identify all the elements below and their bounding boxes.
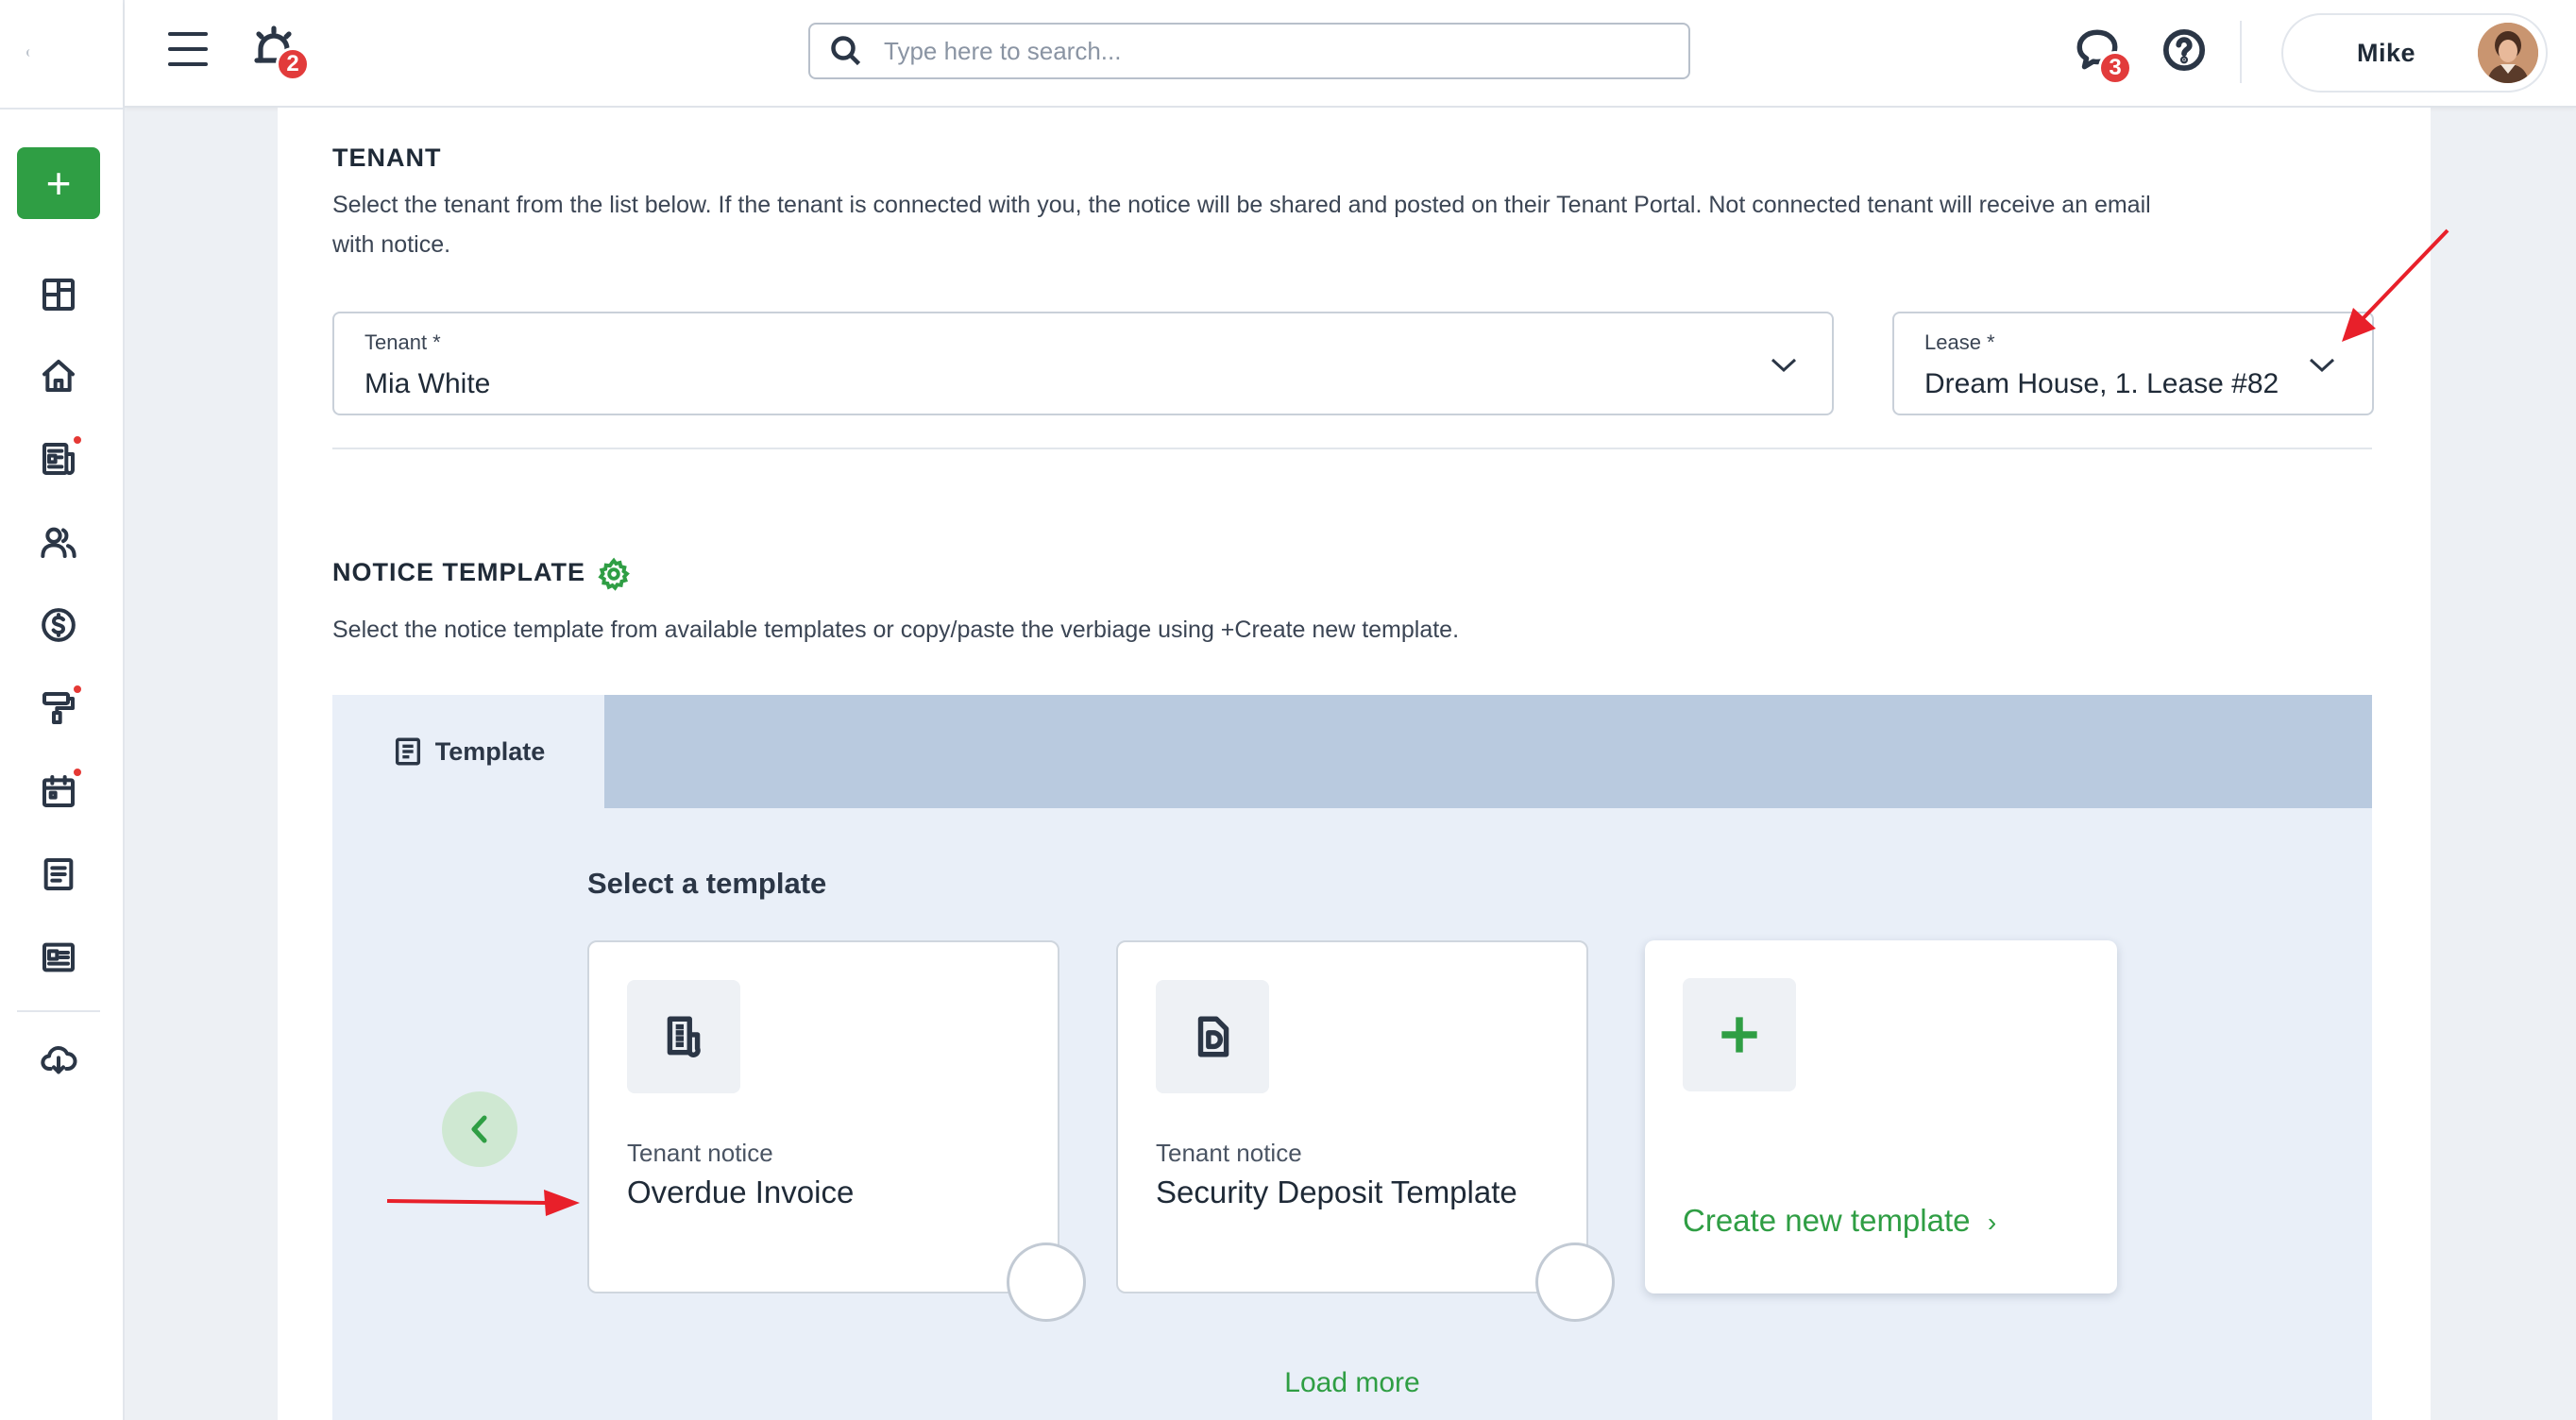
chevron-left-icon [471, 1115, 487, 1143]
search-input[interactable] [884, 36, 1658, 66]
notifications-badge: 2 [276, 47, 310, 81]
paint-roller-icon[interactable] [38, 684, 83, 729]
lease-select[interactable]: Lease * Dream House, 1. Lease #82 [1892, 312, 2374, 415]
tenant-section-title: TENANT [332, 144, 442, 172]
create-new-template-label: Create new template [1683, 1203, 1971, 1238]
header-separator [2240, 21, 2242, 83]
tab-template[interactable]: Template [332, 695, 604, 808]
search-box[interactable] [808, 23, 1690, 79]
notification-dot [72, 684, 83, 695]
sidebar: + [0, 0, 125, 1420]
template-name: Overdue Invoice [627, 1175, 855, 1209]
template-panel: Template Select a template Tenant notice… [332, 695, 2372, 1420]
notification-dot [72, 767, 83, 778]
top-header: 2 3 Mike [125, 0, 2576, 108]
avatar [2478, 23, 2538, 83]
notice-template-description: Select the notice template from availabl… [332, 617, 1460, 643]
chevron-down-icon [2308, 355, 2336, 383]
template-radio[interactable] [1535, 1242, 1615, 1322]
notification-dot [72, 434, 83, 446]
tenant-section-description-line1: Select the tenant from the list below. I… [332, 192, 2151, 218]
template-card-overdue-invoice[interactable]: Tenant notice Overdue Invoice [587, 940, 1086, 1322]
bell-alert-icon[interactable]: 2 [251, 25, 310, 81]
document-list-icon[interactable] [38, 434, 83, 480]
template-name: Security Deposit Template [1156, 1175, 1517, 1209]
template-tab-bar: Template [332, 695, 2372, 808]
notice-form-card: TENANT Select the tenant from the list b… [278, 108, 2431, 1420]
tenant-field-value: Mia White [364, 368, 491, 399]
carousel-prev-button[interactable] [442, 1091, 517, 1167]
tab-template-label: Template [434, 736, 546, 766]
chevron-right-icon: › [1987, 1208, 1997, 1237]
section-divider [332, 448, 2372, 449]
tenant-section-description-line2: with notice. [332, 231, 451, 258]
create-new-template-link[interactable]: Create new template › [1683, 1203, 1996, 1239]
create-new-template-card[interactable]: Create new template › [1645, 940, 2117, 1293]
invoice-document-icon [627, 980, 740, 1093]
messages-badge: 3 [2098, 51, 2132, 85]
notice-template-title-text: NOTICE TEMPLATE [332, 558, 585, 587]
tenant-field-label: Tenant * [364, 330, 441, 354]
sidebar-separator [17, 1010, 100, 1012]
calendar-icon[interactable] [38, 767, 83, 812]
gear-icon[interactable] [597, 557, 631, 591]
dashboard-icon[interactable] [38, 274, 79, 315]
notes-icon[interactable] [38, 854, 79, 895]
id-card-icon[interactable] [38, 937, 79, 978]
people-icon[interactable] [38, 521, 79, 563]
lease-field-value: Dream House, 1. Lease #82 [1924, 368, 2279, 399]
lease-field-label: Lease * [1924, 330, 1995, 354]
load-more-link[interactable]: Load more [332, 1367, 2372, 1399]
chat-bubble-icon[interactable]: 3 [2074, 26, 2132, 85]
tenant-select[interactable]: Tenant * Mia White [332, 312, 1834, 415]
template-icon [395, 737, 420, 766]
chevron-down-icon [1770, 355, 1798, 383]
add-new-button[interactable]: + [17, 147, 100, 219]
template-card-security-deposit[interactable]: Tenant notice Security Deposit Template [1116, 940, 1615, 1322]
home-icon[interactable] [38, 355, 79, 397]
dollar-circle-icon[interactable] [38, 604, 79, 646]
notice-template-section-title: NOTICE TEMPLATE [332, 557, 631, 591]
search-icon [831, 36, 861, 66]
user-menu[interactable]: Mike [2281, 13, 2548, 93]
template-radio[interactable] [1007, 1242, 1086, 1322]
hamburger-icon[interactable] [168, 32, 208, 68]
question-circle-icon[interactable] [2162, 28, 2208, 74]
user-name: Mike [2357, 38, 2416, 67]
cloud-download-icon[interactable] [38, 1039, 79, 1080]
select-template-heading: Select a template [587, 867, 827, 900]
sidebar-divider [0, 108, 123, 110]
deposit-document-icon [1156, 980, 1269, 1093]
template-category: Tenant notice [1156, 1139, 1302, 1167]
plus-icon [1683, 978, 1796, 1091]
logo [26, 49, 30, 57]
template-category: Tenant notice [627, 1139, 773, 1167]
